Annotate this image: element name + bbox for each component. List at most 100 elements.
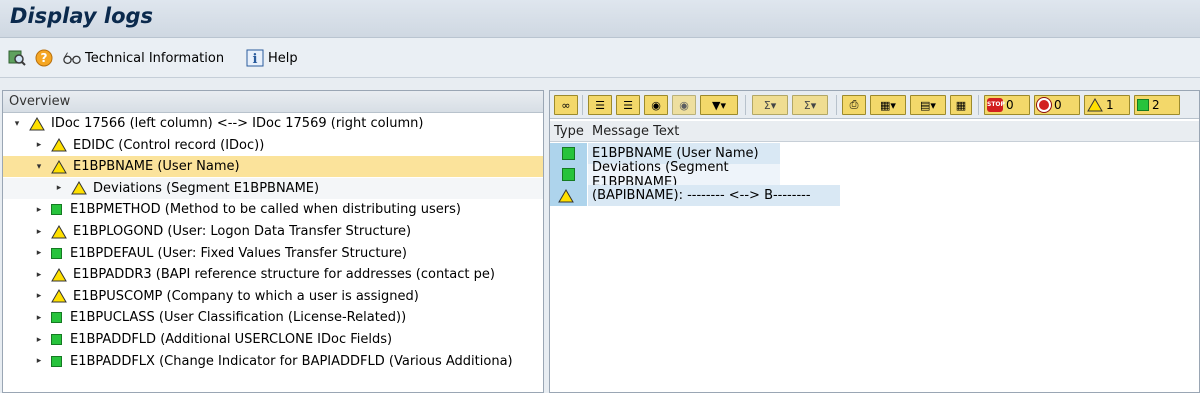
sort-ascending-icon: ☰ <box>595 98 605 112</box>
tree-node[interactable]: ▾ IDoc 17566 (left column) <--> IDoc 1756… <box>3 113 543 134</box>
tree-node[interactable]: ▾ E1BPBNAME (User Name) <box>3 156 543 178</box>
warning-icon <box>51 159 67 174</box>
glasses-icon <box>63 49 81 67</box>
binoculars-icon: ◉ <box>651 98 661 112</box>
tree-node-label: E1BPADDR3 (BAPI reference structure for … <box>73 267 495 283</box>
expand-icon[interactable]: ▸ <box>53 182 65 194</box>
collapse-icon[interactable]: ▾ <box>33 161 45 173</box>
message-column-header[interactable]: Message Text <box>588 124 679 139</box>
find-next-button[interactable]: ◉ <box>672 95 696 115</box>
export-button[interactable]: ▤▾ <box>910 95 946 115</box>
expand-icon[interactable]: ▸ <box>33 290 45 302</box>
title-bar: Display logs <box>0 0 1200 38</box>
expand-icon[interactable]: ▸ <box>33 226 45 238</box>
help-label: Help <box>268 50 298 66</box>
tree-node[interactable]: ▸ EDIDC (Control record (IDoc)) <box>3 135 543 156</box>
success-icon <box>562 147 575 160</box>
warning-count: 1 <box>1106 98 1114 112</box>
application-toolbar: ? Technical Information i Help <box>0 38 1200 78</box>
tree-node-label: E1BPMETHOD (Method to be called when dis… <box>70 202 461 218</box>
search-log-button[interactable] <box>8 47 26 69</box>
grid-icon: ▦ <box>955 98 967 112</box>
stop-icon: STOP <box>987 98 1005 112</box>
tree-node-label: Deviations (Segment E1BPBNAME) <box>93 180 320 196</box>
type-column-header[interactable]: Type <box>550 124 588 139</box>
tree-node-label: E1BPUCLASS (User Classification (License… <box>70 310 407 326</box>
glasses-button[interactable]: ∞ <box>554 95 578 115</box>
sum-button[interactable]: Σ▾ <box>752 95 788 115</box>
expand-icon[interactable]: ▸ <box>33 247 45 259</box>
warning-icon <box>557 188 574 202</box>
collapse-icon[interactable]: ▾ <box>11 118 23 130</box>
tree-node[interactable]: ▸ E1BPUSCOMP (Company to which a user is … <box>3 286 543 307</box>
success-icon <box>51 247 62 259</box>
success-icon <box>51 312 62 324</box>
views-button[interactable]: ▦▾ <box>870 95 906 115</box>
find-next-icon: ◉ <box>679 98 689 112</box>
warning-filter-button[interactable]: 1 <box>1084 95 1130 115</box>
export-icon: ▤▾ <box>920 98 936 112</box>
expand-icon[interactable]: ▸ <box>33 334 45 346</box>
success-icon <box>51 204 62 216</box>
sort-descending-button[interactable]: ☰ <box>616 95 640 115</box>
tree-node[interactable]: ▸ E1BPADDR3 (BAPI reference structure for… <box>3 264 543 285</box>
success-icon <box>51 334 62 345</box>
search-log-icon <box>8 49 26 67</box>
subtotal-button[interactable]: Σ▾ <box>792 95 828 115</box>
tree-node[interactable]: ▸ E1BPLOGOND (User: Logon Data Transfer S… <box>3 221 543 242</box>
expand-icon[interactable]: ▸ <box>33 355 45 367</box>
subtotal-icon: Σ▾ <box>803 98 817 112</box>
filter-button[interactable]: ▼▾ <box>700 95 738 115</box>
svg-text:i: i <box>253 52 258 67</box>
type-cell <box>550 185 588 206</box>
success-icon <box>562 168 575 181</box>
technical-information-button[interactable]: Technical Information <box>63 47 224 69</box>
tree-node[interactable]: ▸ E1BPUCLASS (User Classification (Licens… <box>3 307 543 328</box>
tree-node-label: E1BPLOGOND (User: Logon Data Transfer St… <box>73 224 412 239</box>
filter-icon: ▼▾ <box>712 98 726 112</box>
tree-node-label: E1BPBNAME (User Name) <box>73 159 240 175</box>
expand-icon[interactable]: ▸ <box>33 312 45 324</box>
success-icon <box>1137 99 1149 111</box>
warning-icon <box>29 116 45 130</box>
tree-node[interactable]: ▸ Deviations (Segment E1BPBNAME) <box>3 177 543 199</box>
sum-icon: Σ▾ <box>763 98 777 112</box>
abort-count: 0 <box>1054 98 1062 112</box>
window-title: Display logs <box>10 4 154 28</box>
abort-filter-button[interactable]: 0 <box>1034 95 1080 115</box>
find-button[interactable]: ◉ <box>644 95 668 115</box>
help-circle-button[interactable]: ? <box>35 47 53 69</box>
expand-icon[interactable]: ▸ <box>33 269 45 281</box>
message-panel: ∞ ☰ ☰ ◉ ◉ ▼▾ Σ▾ Σ▾ ⎙ ▦▾ ▤▾ ▦ STOP 0 0 1 … <box>549 90 1200 393</box>
warning-icon <box>71 181 87 195</box>
message-row[interactable]: (BAPIBNAME): -------- <--> B-------- <box>550 185 840 206</box>
success-filter-button[interactable]: 2 <box>1134 95 1180 115</box>
success-count: 2 <box>1152 98 1160 112</box>
error-count: 0 <box>1006 98 1014 112</box>
message-text: (BAPIBNAME): -------- <--> B-------- <box>592 188 811 203</box>
tree-node-label: EDIDC (Control record (IDoc)) <box>73 137 265 153</box>
print-button[interactable]: ⎙ <box>842 95 866 115</box>
tree-node[interactable]: ▸ E1BPADDFLX (Change Indicator for BAPIAD… <box>3 351 543 372</box>
error-filter-button[interactable]: STOP 0 <box>984 95 1030 115</box>
message-row[interactable]: Deviations (Segment E1BPBNAME) <box>550 160 780 190</box>
alv-toolbar: ∞ ☰ ☰ ◉ ◉ ▼▾ Σ▾ Σ▾ ⎙ ▦▾ ▤▾ ▦ STOP 0 0 1 … <box>550 91 1199 119</box>
overview-panel: Overview ▾ IDoc 17566 (left column) <--> … <box>2 90 544 393</box>
help-button[interactable]: i Help <box>246 47 298 69</box>
message-grid-header: Type Message Text <box>550 121 1199 142</box>
tree-node-label: E1BPADDFLX (Change Indicator for BAPIADD… <box>70 353 513 369</box>
overview-header: Overview <box>3 91 543 113</box>
expand-icon[interactable]: ▸ <box>33 139 45 151</box>
tree-node[interactable]: ▸ E1BPMETHOD (Method to be called when di… <box>3 199 543 220</box>
warning-icon <box>1087 98 1103 112</box>
warning-icon <box>51 267 67 282</box>
glasses-icon: ∞ <box>561 98 571 112</box>
type-cell <box>550 143 588 164</box>
sort-ascending-button[interactable]: ☰ <box>588 95 612 115</box>
technical-information-label: Technical Information <box>85 50 225 66</box>
tree-node[interactable]: ▸ E1BPADDFLD (Additional USERCLONE IDoc F… <box>3 329 543 350</box>
layout-button[interactable]: ▦ <box>950 95 972 115</box>
expand-icon[interactable]: ▸ <box>33 204 45 216</box>
tree-node[interactable]: ▸ E1BPDEFAUL (User: Fixed Values Transfer… <box>3 243 543 264</box>
warning-icon <box>51 138 67 152</box>
